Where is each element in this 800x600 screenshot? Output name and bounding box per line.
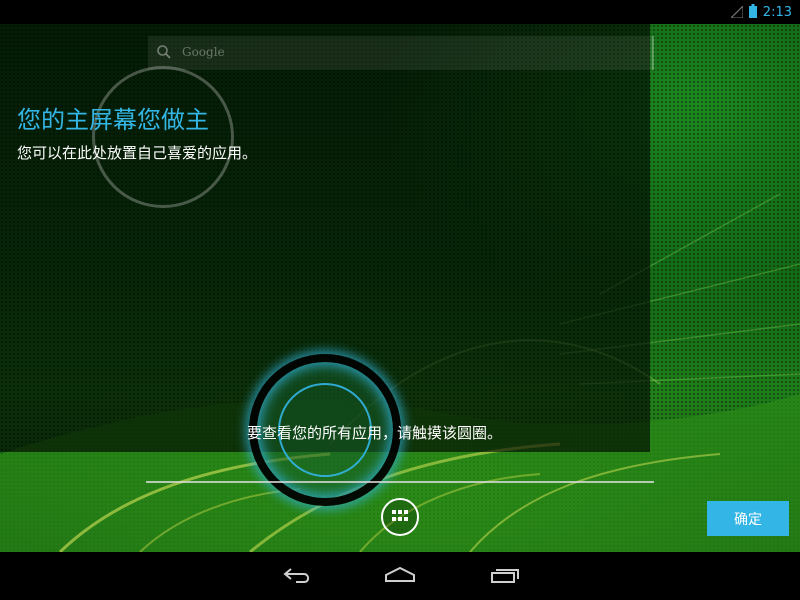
all-apps-button[interactable] xyxy=(381,498,419,536)
cling-body: 您可以在此处放置自己喜爱的应用。 xyxy=(17,144,258,162)
cling-title: 您的主屏幕您做主 xyxy=(17,106,209,134)
home-screen: Google 您的主屏幕您做主 您可以在此处放置自己喜爱的应用。 要查看您的所有… xyxy=(0,24,800,552)
battery-icon xyxy=(748,3,757,22)
cling-hint: 要查看您的所有应用，请触摸该圆圈。 xyxy=(247,424,503,442)
status-time: 2:13 xyxy=(762,4,792,20)
status-icons: 2:13 xyxy=(729,0,792,24)
home-icon[interactable] xyxy=(384,566,416,588)
search-bar: Google xyxy=(148,36,654,70)
navigation-bar xyxy=(0,552,800,600)
dock-divider xyxy=(146,481,654,483)
apps-grid-icon xyxy=(391,508,409,527)
signal-icon xyxy=(729,3,744,22)
recents-icon[interactable] xyxy=(490,566,520,588)
search-label: Google xyxy=(182,45,225,59)
search-icon xyxy=(156,44,172,64)
clock-widget xyxy=(92,66,234,208)
back-icon[interactable] xyxy=(282,566,312,588)
ok-button[interactable]: 确定 xyxy=(707,501,789,536)
status-bar: 2:13 xyxy=(0,0,800,24)
